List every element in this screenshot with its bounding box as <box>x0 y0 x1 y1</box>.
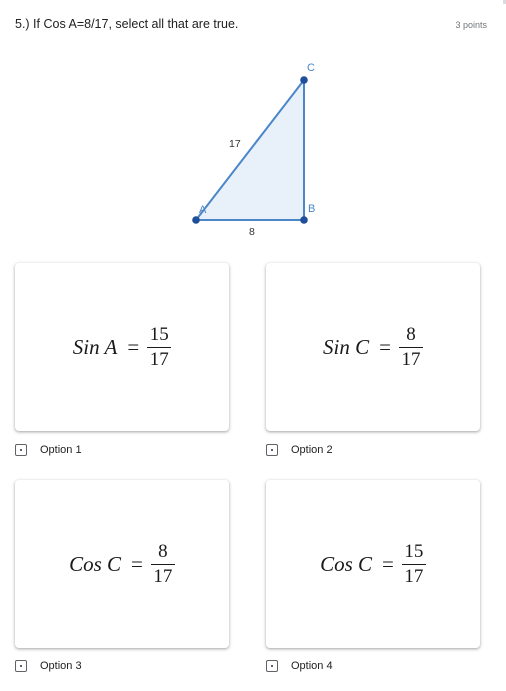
checkbox-option-3[interactable] <box>15 660 27 672</box>
numerator: 15 <box>404 540 424 562</box>
option-4-image-card: Cos C = 15 17 <box>266 480 480 648</box>
numerator: 15 <box>149 323 169 345</box>
vertex-b-label: B <box>308 203 315 215</box>
option-2[interactable]: Option 2 <box>266 442 333 458</box>
option-4-label[interactable]: Option 4 <box>291 660 333 672</box>
equation-lhs: Cos C <box>69 552 121 577</box>
trig-function: Cos <box>69 551 102 576</box>
question-header: 5.) If Cos A=8/17, select all that are t… <box>15 17 487 35</box>
checkbox-option-4[interactable] <box>266 660 278 672</box>
checkbox-option-1[interactable] <box>15 444 27 456</box>
equation-3: Cos C = 8 17 <box>15 480 229 648</box>
option-1-image-card: Sin A = 15 17 <box>15 263 229 431</box>
points-label: 3 points <box>455 20 487 30</box>
option-4[interactable]: Option 4 <box>266 658 333 674</box>
angle-name: C <box>107 551 122 576</box>
trig-function: Cos <box>320 551 353 576</box>
checkbox-option-2[interactable] <box>266 444 278 456</box>
angle-name: C <box>358 551 373 576</box>
denominator: 17 <box>149 348 169 370</box>
equation-lhs: Sin C <box>323 335 369 360</box>
fraction: 8 17 <box>398 323 423 370</box>
equation-2: Sin C = 8 17 <box>266 263 480 431</box>
option-3-label[interactable]: Option 3 <box>40 660 82 672</box>
trig-function: Sin <box>72 334 100 359</box>
triangle-diagram: A B C 17 8 <box>192 62 315 238</box>
option-2-image-card: Sin C = 8 17 <box>266 263 480 431</box>
fraction: 15 17 <box>147 323 172 370</box>
angle-name: C <box>355 334 370 359</box>
option-3-image-card: Cos C = 8 17 <box>15 480 229 648</box>
option-1-label[interactable]: Option 1 <box>40 444 82 456</box>
equals-sign: = <box>382 551 394 576</box>
equals-sign: = <box>379 334 391 359</box>
vertex-c-label: C <box>307 62 315 74</box>
angle-name: A <box>104 334 118 359</box>
option-3[interactable]: Option 3 <box>15 658 82 674</box>
fraction: 15 17 <box>401 540 426 587</box>
base-length-label: 8 <box>249 226 255 238</box>
vertex-c-point <box>300 76 308 84</box>
triangle-figure: A B C 17 8 <box>185 55 325 240</box>
numerator: 8 <box>406 323 416 345</box>
vertex-a-label: A <box>199 204 207 216</box>
trig-function: Sin <box>323 334 350 359</box>
question-title: 5.) If Cos A=8/17, select all that are t… <box>15 17 239 31</box>
option-1[interactable]: Option 1 <box>15 442 82 458</box>
fraction: 8 17 <box>150 540 175 587</box>
vertex-b-point <box>300 216 308 224</box>
equals-sign: = <box>131 551 143 576</box>
equation-lhs: Sin A <box>73 335 118 360</box>
vertex-a-point <box>192 216 200 224</box>
option-2-label[interactable]: Option 2 <box>291 444 333 456</box>
equation-4: Cos C = 15 17 <box>266 480 480 648</box>
equation-1: Sin A = 15 17 <box>15 263 229 431</box>
numerator: 8 <box>158 540 168 562</box>
denominator: 17 <box>404 565 424 587</box>
equals-sign: = <box>127 334 140 359</box>
denominator: 17 <box>153 565 173 587</box>
denominator: 17 <box>401 348 421 370</box>
hypotenuse-length-label: 17 <box>229 138 241 150</box>
equation-lhs: Cos C <box>320 552 372 577</box>
